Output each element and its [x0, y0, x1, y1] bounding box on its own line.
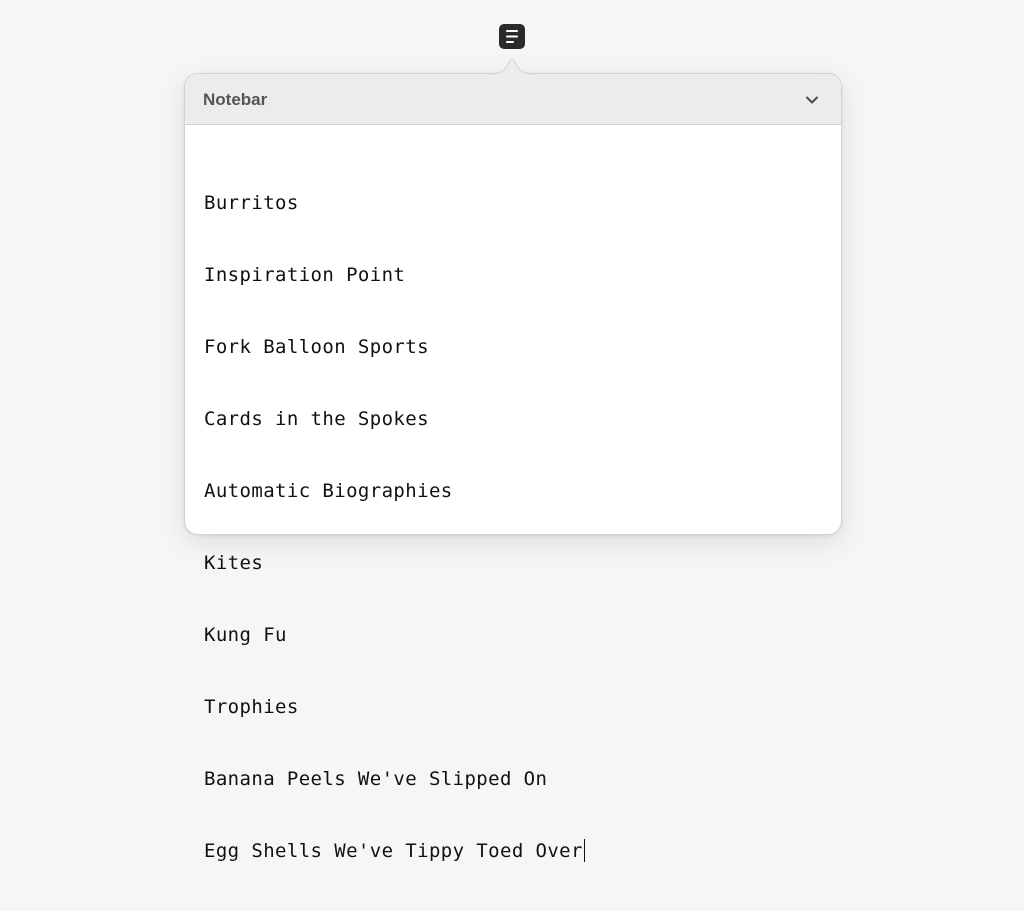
note-line: Automatic Biographies — [204, 480, 453, 502]
notebar-menubar-icon[interactable] — [499, 24, 525, 49]
note-line: Inspiration Point — [204, 264, 406, 286]
note-line: Burritos — [204, 192, 299, 214]
text-caret — [583, 839, 586, 862]
popover-title: Notebar — [203, 90, 268, 109]
note-line: Cards in the Spokes — [204, 408, 429, 430]
notebar-popover: Notebar Burritos Inspiration Point Fork … — [184, 73, 842, 862]
chevron-down-icon[interactable] — [802, 90, 822, 110]
note-line: Trophies — [204, 696, 299, 718]
note-line: Fork Balloon Sports — [204, 336, 429, 358]
note-line: Kites — [204, 552, 264, 574]
note-line: Banana Peels We've Slipped On — [204, 768, 548, 790]
popover-arrow — [489, 59, 535, 75]
note-text-area[interactable]: Burritos Inspiration Point Fork Balloon … — [204, 143, 824, 911]
notes-list-icon — [506, 30, 518, 43]
note-line-last: Egg Shells We've Tippy Toed Over — [204, 839, 824, 863]
note-line-text: Egg Shells We've Tippy Toed Over — [204, 840, 583, 862]
note-line: Kung Fu — [204, 624, 287, 646]
popover-header: Notebar — [185, 74, 841, 125]
